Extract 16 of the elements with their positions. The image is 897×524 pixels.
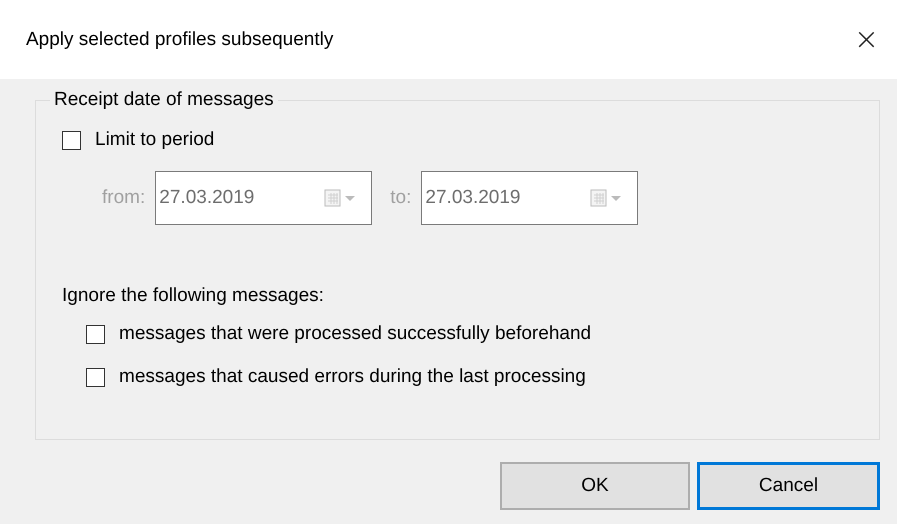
checkbox-label: Limit to period [95,129,214,151]
checkbox[interactable] [86,368,105,386]
checkbox-label: messages that were processed successfully beforehand [119,323,592,345]
group-legend: Receipt date of messages [50,89,278,111]
dialog-button[interactable]: OK [500,462,690,510]
date-label: to: [390,187,412,209]
date-value: 27.03.2019 [425,187,520,209]
section-label: Ignore the following messages: [62,285,325,307]
checkbox-label: messages that caused errors during the last processing [119,366,586,388]
checkbox[interactable] [62,130,81,150]
date-value: 27.03.2019 [159,187,254,209]
window-title: Apply selected profiles subsequently [26,28,334,50]
checkbox[interactable] [86,324,105,344]
dialog-button[interactable]: Cancel [697,462,880,510]
date-label: from: [102,187,146,209]
close-button[interactable]: × [848,22,885,57]
